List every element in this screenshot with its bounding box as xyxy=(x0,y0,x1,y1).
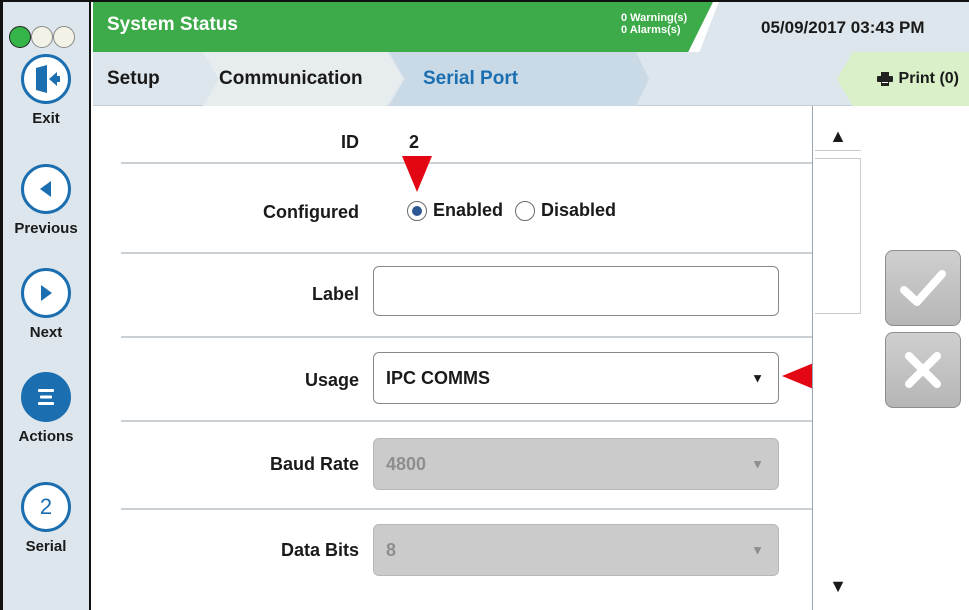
serial-port-form: ID 2 Configured Enabled Disabled Label U… xyxy=(107,108,813,610)
row-divider xyxy=(121,420,813,422)
serial-label: Serial xyxy=(25,538,67,555)
status-light-green xyxy=(9,26,31,48)
next-button[interactable]: Next xyxy=(3,268,89,341)
scrollbar[interactable]: ▲ ▼ xyxy=(812,106,862,610)
header-bar: System Status 0 Warning(s) 0 Alarms(s) 0… xyxy=(93,2,969,52)
scrollbar-track xyxy=(815,150,861,151)
previous-label: Previous xyxy=(14,220,78,237)
exit-label: Exit xyxy=(32,110,60,127)
breadcrumb-serial-port[interactable]: Serial Port xyxy=(389,52,649,106)
alert-counts[interactable]: 0 Warning(s) 0 Alarms(s) xyxy=(621,12,687,36)
print-button[interactable]: Print (0) xyxy=(837,52,969,106)
printer-icon xyxy=(876,72,893,86)
data-bits-label: Data Bits xyxy=(280,540,359,560)
serial-number: 2 xyxy=(39,494,53,519)
baud-rate-select: 4800 ▼ xyxy=(373,438,779,490)
datetime: 05/09/2017 03:43 PM xyxy=(761,18,925,37)
serial-number-icon: 2 xyxy=(21,482,71,532)
pointer-arrow-down-icon xyxy=(402,156,432,192)
enabled-radio[interactable] xyxy=(407,200,427,221)
scroll-down-button[interactable]: ▼ xyxy=(815,564,861,608)
warning-count: 0 Warning(s) xyxy=(621,12,688,24)
usage-label: Usage xyxy=(304,370,359,390)
scroll-up-button[interactable]: ▲ xyxy=(815,114,861,158)
close-icon xyxy=(905,352,941,388)
caret-down-icon: ▼ xyxy=(751,456,764,472)
configured-label: Configured xyxy=(263,202,359,222)
next-label: Next xyxy=(29,324,63,341)
data-bits-select: 8 ▼ xyxy=(373,524,779,576)
caret-up-icon: ▲ xyxy=(829,125,847,146)
status-light-yellow xyxy=(31,26,53,48)
exit-button[interactable]: Exit xyxy=(3,54,89,127)
actions-icon xyxy=(21,372,71,422)
label-input[interactable] xyxy=(373,266,779,316)
header-title: System Status xyxy=(107,14,238,35)
next-icon xyxy=(21,268,71,318)
enabled-radio-label[interactable]: Enabled xyxy=(433,200,503,221)
baud-rate-value: 4800 xyxy=(386,453,427,474)
breadcrumb: Setup Communication Serial Port Print (0… xyxy=(93,52,969,106)
previous-button[interactable]: Previous xyxy=(3,164,89,237)
disabled-radio-label[interactable]: Disabled xyxy=(541,200,616,221)
configured-radio-group: Enabled Disabled xyxy=(407,200,616,221)
caret-down-icon: ▼ xyxy=(751,542,764,558)
actions-label: Actions xyxy=(18,428,74,445)
usage-select[interactable]: IPC COMMS ▼ xyxy=(373,352,779,404)
alarm-count: 0 Alarms(s) xyxy=(621,24,681,36)
row-divider xyxy=(121,252,813,254)
status-lights xyxy=(9,26,89,50)
previous-icon xyxy=(21,164,71,214)
row-divider xyxy=(121,162,813,164)
cancel-button[interactable] xyxy=(885,332,961,408)
actions-button[interactable]: Actions xyxy=(3,372,89,445)
status-light-red xyxy=(53,26,75,48)
caret-down-icon: ▼ xyxy=(751,370,764,386)
usage-value: IPC COMMS xyxy=(386,367,491,388)
disabled-radio[interactable] xyxy=(515,200,536,221)
exit-icon xyxy=(21,54,71,104)
data-bits-value: 8 xyxy=(386,539,397,560)
caret-down-icon: ▼ xyxy=(829,575,847,596)
id-label: ID xyxy=(341,132,359,152)
checkmark-icon xyxy=(900,270,946,306)
serial-button[interactable]: 2 Serial xyxy=(3,482,89,555)
label-field-label: Label xyxy=(311,284,359,304)
row-divider xyxy=(121,508,813,510)
breadcrumb-communication[interactable]: Communication xyxy=(203,52,403,106)
baud-rate-label: Baud Rate xyxy=(269,454,359,474)
sidebar: Exit Previous Next Actions 2 Serial xyxy=(3,2,91,610)
breadcrumb-serial-port-label: Serial Port xyxy=(423,68,519,89)
accept-button[interactable] xyxy=(885,250,961,326)
print-label: Print (0) xyxy=(898,70,959,87)
id-value: 2 xyxy=(409,132,420,152)
scrollbar-thumb[interactable] xyxy=(815,158,861,314)
breadcrumb-setup[interactable]: Setup xyxy=(107,52,160,106)
row-divider xyxy=(121,336,813,338)
